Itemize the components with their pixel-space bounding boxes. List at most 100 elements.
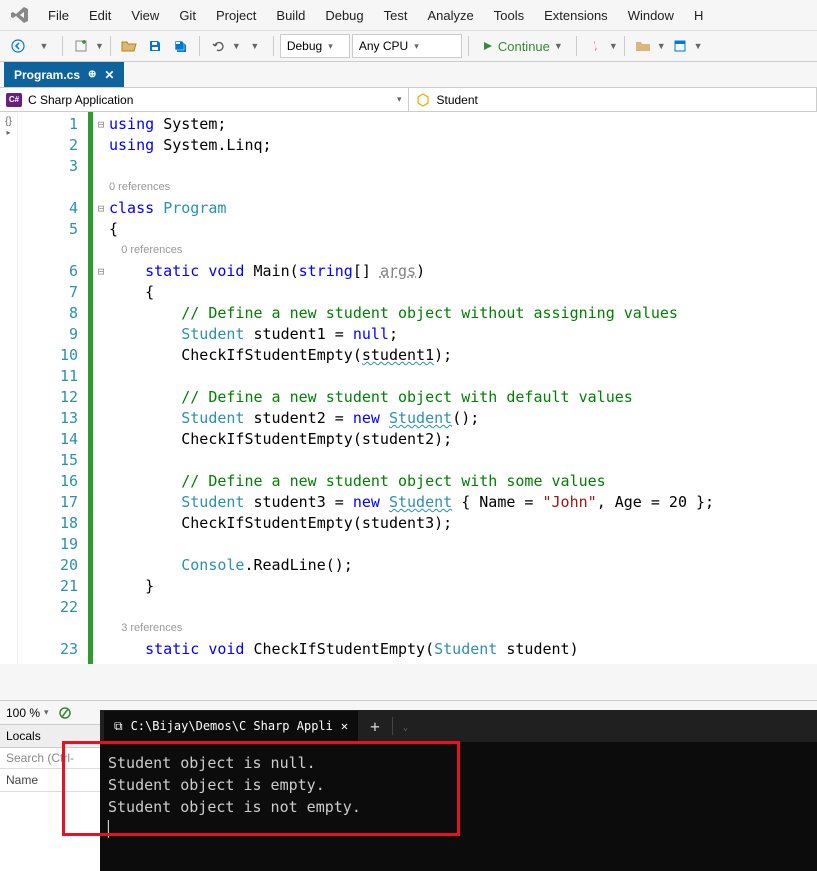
code-line[interactable]: {: [109, 282, 817, 303]
code-line[interactable]: // Define a new student object with some…: [109, 471, 817, 492]
code-line[interactable]: [109, 597, 817, 618]
folder-button[interactable]: [631, 34, 655, 58]
fold-toggle[interactable]: [93, 282, 109, 303]
code-line[interactable]: {: [109, 219, 817, 240]
code-line[interactable]: // Define a new student object without a…: [109, 303, 817, 324]
fold-toggle[interactable]: [93, 219, 109, 240]
terminal-line: Student object is empty.: [108, 774, 809, 796]
close-icon[interactable]: ✕: [341, 719, 348, 733]
hot-reload-button[interactable]: [583, 34, 607, 58]
codelens[interactable]: 0 references: [109, 240, 817, 261]
code-line[interactable]: [109, 534, 817, 555]
menu-git[interactable]: Git: [169, 4, 206, 27]
save-all-button[interactable]: [169, 34, 193, 58]
code-area[interactable]: using System;using System.Linq; 0 refere…: [109, 112, 817, 664]
code-line[interactable]: CheckIfStudentEmpty(student1);: [109, 345, 817, 366]
fold-toggle[interactable]: [93, 387, 109, 408]
menu-build[interactable]: Build: [266, 4, 315, 27]
continue-button[interactable]: Continue ▼: [475, 34, 570, 58]
code-line[interactable]: [109, 366, 817, 387]
menu-h[interactable]: H: [684, 4, 713, 27]
fold-toggle[interactable]: ⊟: [93, 261, 109, 282]
fold-toggle[interactable]: [93, 408, 109, 429]
save-button[interactable]: [143, 34, 167, 58]
scope-dropdown[interactable]: C# C Sharp Application ▾: [0, 88, 409, 111]
fold-toggle[interactable]: [93, 450, 109, 471]
fold-toggle[interactable]: [93, 555, 109, 576]
fold-toggle[interactable]: [93, 513, 109, 534]
menu-edit[interactable]: Edit: [79, 4, 121, 27]
outline-margin: {}▸: [0, 112, 18, 664]
menu-project[interactable]: Project: [206, 4, 266, 27]
nav-back-button[interactable]: [6, 34, 30, 58]
terminal-tabs: ⧉ C:\Bijay\Demos\C Sharp Appli ✕ + ⌄: [100, 710, 817, 742]
codelens[interactable]: 3 references: [109, 618, 817, 639]
config-dropdown[interactable]: Debug▾: [280, 34, 350, 58]
fold-toggle[interactable]: ⊟: [93, 114, 109, 135]
fold-toggle[interactable]: [93, 471, 109, 492]
terminal-output[interactable]: Student object is null.Student object is…: [100, 742, 817, 850]
zoom-dropdown[interactable]: 100 % ▾: [6, 706, 49, 720]
locals-search[interactable]: Search (Ctrl-: [0, 748, 100, 769]
menu-analyze[interactable]: Analyze: [417, 4, 483, 27]
fold-toggle[interactable]: [93, 156, 109, 177]
code-line[interactable]: using System.Linq;: [109, 135, 817, 156]
terminal-tab-title: C:\Bijay\Demos\C Sharp Appli: [131, 719, 333, 733]
code-line[interactable]: [109, 450, 817, 471]
terminal-panel: ⧉ C:\Bijay\Demos\C Sharp Appli ✕ + ⌄ Stu…: [100, 710, 817, 871]
platform-dropdown[interactable]: Any CPU▾: [352, 34, 462, 58]
fold-toggle[interactable]: [93, 324, 109, 345]
fold-toggle[interactable]: [93, 639, 109, 660]
fold-toggle[interactable]: ⊟: [93, 198, 109, 219]
open-file-button[interactable]: [117, 34, 141, 58]
code-line[interactable]: Student student3 = new Student { Name = …: [109, 492, 817, 513]
new-terminal-tab-button[interactable]: +: [360, 717, 390, 736]
vs-logo-icon: [4, 3, 36, 27]
member-dropdown[interactable]: Student: [409, 88, 817, 111]
fold-toggle[interactable]: [93, 366, 109, 387]
fold-toggle[interactable]: [93, 534, 109, 555]
menu-file[interactable]: File: [38, 4, 79, 27]
fold-toggle[interactable]: [93, 492, 109, 513]
menu-test[interactable]: Test: [374, 4, 418, 27]
code-line[interactable]: // Define a new student object with defa…: [109, 387, 817, 408]
terminal-dropdown-button[interactable]: ⌄: [395, 719, 416, 734]
nav-forward-button[interactable]: ▼: [32, 34, 56, 58]
fold-toggle[interactable]: [93, 135, 109, 156]
code-line[interactable]: using System;: [109, 114, 817, 135]
redo-button[interactable]: ▼: [243, 34, 267, 58]
code-line[interactable]: Console.ReadLine();: [109, 555, 817, 576]
fold-toggle[interactable]: [93, 345, 109, 366]
menu-debug[interactable]: Debug: [315, 4, 373, 27]
code-line[interactable]: Student student2 = new Student();: [109, 408, 817, 429]
window-button[interactable]: [668, 34, 692, 58]
no-issues-icon[interactable]: [53, 701, 77, 725]
new-item-button[interactable]: [69, 34, 93, 58]
codelens[interactable]: 0 references: [109, 177, 817, 198]
close-icon[interactable]: ✕: [104, 68, 114, 82]
fold-toggle[interactable]: [93, 597, 109, 618]
undo-button[interactable]: [206, 34, 230, 58]
pin-icon[interactable]: ⊕: [88, 69, 96, 80]
fold-toggle[interactable]: [93, 576, 109, 597]
menu-extensions[interactable]: Extensions: [534, 4, 618, 27]
fold-toggle[interactable]: [93, 303, 109, 324]
code-editor[interactable]: {}▸ 123 45 67891011121314151617181920212…: [0, 112, 817, 664]
terminal-line: Student object is not empty.: [108, 796, 809, 818]
menu-window[interactable]: Window: [618, 4, 684, 27]
code-line[interactable]: [109, 156, 817, 177]
menu-view[interactable]: View: [121, 4, 169, 27]
code-line[interactable]: CheckIfStudentEmpty(student3);: [109, 513, 817, 534]
fold-toggle[interactable]: [93, 429, 109, 450]
menu-tools[interactable]: Tools: [484, 4, 534, 27]
code-line[interactable]: static void CheckIfStudentEmpty(Student …: [109, 639, 817, 660]
locals-title[interactable]: Locals: [0, 725, 100, 748]
code-line[interactable]: class Program: [109, 198, 817, 219]
terminal-tab[interactable]: ⧉ C:\Bijay\Demos\C Sharp Appli ✕: [104, 711, 358, 741]
tab-program-cs[interactable]: Program.cs ⊕ ✕: [4, 62, 124, 87]
code-line[interactable]: CheckIfStudentEmpty(student2);: [109, 429, 817, 450]
locals-column-name[interactable]: Name: [0, 769, 100, 792]
code-line[interactable]: }: [109, 576, 817, 597]
code-line[interactable]: Student student1 = null;: [109, 324, 817, 345]
code-line[interactable]: static void Main(string[] args): [109, 261, 817, 282]
